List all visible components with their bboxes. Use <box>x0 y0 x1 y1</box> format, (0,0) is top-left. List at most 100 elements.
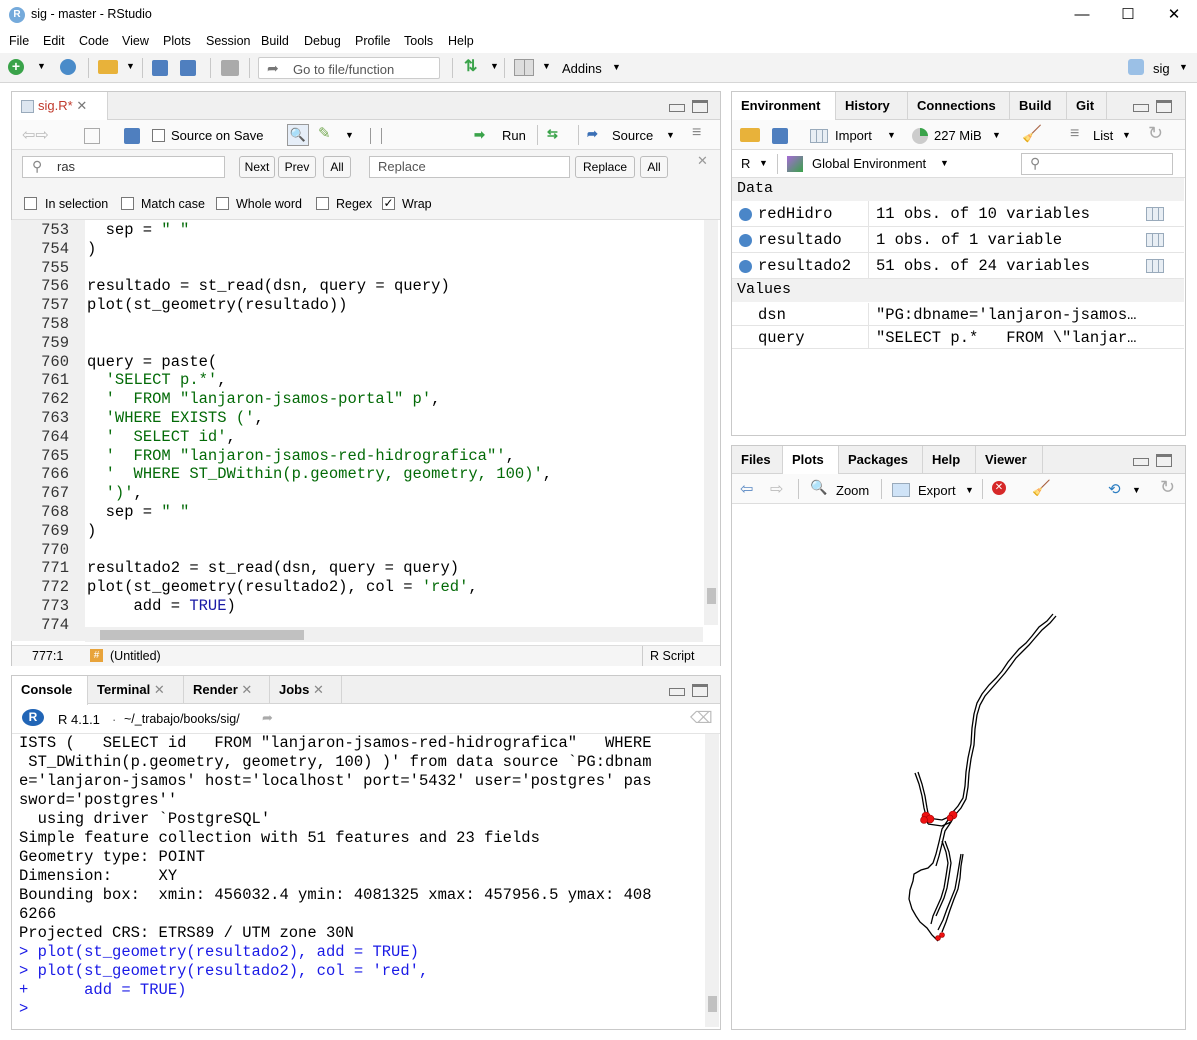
tab-git[interactable]: Git <box>1067 92 1107 120</box>
source-icon[interactable]: ➦ <box>587 126 598 142</box>
view-data-icon[interactable] <box>1146 207 1164 221</box>
plots-maximize-icon[interactable] <box>1156 454 1172 467</box>
clear-plots-icon[interactable]: 🧹 <box>1032 479 1051 497</box>
menu-profile[interactable]: Profile <box>355 34 390 48</box>
editor-horizontal-scrollbar[interactable] <box>85 627 703 642</box>
console-output[interactable]: ISTS ( SELECT id FROM "lanjaron-jsamos-r… <box>12 734 702 1024</box>
view-data-icon[interactable] <box>1146 259 1164 273</box>
memory-dropdown-icon[interactable]: ▼ <box>992 130 1001 140</box>
menu-plots[interactable]: Plots <box>163 34 191 48</box>
expand-object-icon[interactable] <box>739 260 752 273</box>
compile-report-icon[interactable] <box>370 128 382 144</box>
console-maximize-icon[interactable] <box>692 684 708 697</box>
publish-icon[interactable]: ⟲ <box>1108 480 1121 498</box>
environment-data-row[interactable]: redHidro 11 obs. of 10 variables <box>732 201 1184 227</box>
tab-terminal[interactable]: Terminal ✕ <box>88 676 184 704</box>
project-menu[interactable]: sig <box>1153 61 1170 76</box>
console-prompt[interactable]: > <box>19 1000 38 1019</box>
code-tools-dropdown-icon[interactable]: ▼ <box>345 130 354 140</box>
view-dropdown-icon[interactable]: ▼ <box>1122 130 1131 140</box>
maximize-pane-icon[interactable] <box>692 100 708 113</box>
tab-help[interactable]: Help <box>923 446 976 474</box>
previous-plot-icon[interactable]: ⇦ <box>740 479 753 499</box>
scope-label[interactable]: (Untitled) <box>110 649 161 663</box>
memory-usage[interactable]: 227 MiB <box>934 128 982 143</box>
export-menu[interactable]: Export <box>918 483 956 498</box>
environment-value-row[interactable]: dsn "PG:dbname='lanjaron-jsamos… <box>732 303 1184 326</box>
clear-workspace-icon[interactable]: 🧹 <box>1022 124 1042 144</box>
tab-plots[interactable]: Plots <box>783 446 839 475</box>
language-dropdown-icon[interactable]: ▼ <box>759 158 768 168</box>
layout-dropdown-icon[interactable]: ▼ <box>542 61 551 71</box>
menu-build[interactable]: Build <box>261 34 289 48</box>
close-render-icon[interactable]: ✕ <box>241 682 252 697</box>
menu-file[interactable]: File <box>9 34 29 48</box>
minimize-button[interactable]: — <box>1059 0 1105 30</box>
menu-debug[interactable]: Debug <box>304 34 341 48</box>
tab-console[interactable]: Console <box>12 676 88 705</box>
console-scrollbar[interactable] <box>705 734 719 1027</box>
pane-layout-icon[interactable] <box>514 59 534 76</box>
minimize-pane-icon[interactable] <box>669 104 685 112</box>
scope-dropdown-icon[interactable]: ▼ <box>940 158 949 168</box>
code-area[interactable]: 753 sep = " " 754) 755 756 resultado = st_re… <box>11 221 704 641</box>
clear-console-icon[interactable]: ⌫ <box>690 708 713 728</box>
wrap-checkbox[interactable]: ✓ <box>382 197 395 210</box>
find-next-button[interactable]: Next <box>239 156 275 178</box>
menu-session[interactable]: Session <box>206 34 250 48</box>
next-plot-icon[interactable]: ⇨ <box>770 479 783 499</box>
tab-jobs[interactable]: Jobs ✕ <box>270 676 342 704</box>
print-icon[interactable] <box>221 60 239 76</box>
language-select[interactable]: R <box>741 156 750 171</box>
addins-menu[interactable]: Addins <box>562 61 602 76</box>
close-tab-icon[interactable]: ✕ <box>76 98 87 113</box>
menu-tools[interactable]: Tools <box>404 34 433 48</box>
tab-connections[interactable]: Connections <box>908 92 1010 120</box>
rerun-icon[interactable]: ⇆ <box>547 126 558 142</box>
env-maximize-icon[interactable] <box>1156 100 1172 113</box>
code-tools-icon[interactable]: ✎ <box>318 124 331 142</box>
remove-plot-icon[interactable]: ✕ <box>992 481 1006 495</box>
filetype-label[interactable]: R Script <box>650 649 694 663</box>
replace-input[interactable]: Replace <box>369 156 570 178</box>
regex-checkbox[interactable] <box>316 197 329 210</box>
close-terminal-icon[interactable]: ✕ <box>154 682 165 697</box>
publish-dropdown-icon[interactable]: ▼ <box>1132 485 1141 495</box>
version-control-icon[interactable]: ⇅ <box>464 59 480 75</box>
run-button[interactable]: Run <box>502 128 526 143</box>
save-icon[interactable] <box>152 60 168 76</box>
plots-minimize-icon[interactable] <box>1133 458 1149 466</box>
new-file-dropdown-icon[interactable]: ▼ <box>37 61 46 71</box>
environment-scope-select[interactable]: Global Environment <box>812 156 926 171</box>
find-input[interactable]: ras <box>22 156 225 178</box>
view-data-icon[interactable] <box>1146 233 1164 247</box>
find-replace-icon[interactable]: 🔍 <box>287 124 309 146</box>
maximize-button[interactable]: ☐ <box>1105 0 1151 30</box>
menu-edit[interactable]: Edit <box>43 34 65 48</box>
environment-data-row[interactable]: resultado2 51 obs. of 24 variables <box>732 253 1184 279</box>
tab-environment[interactable]: Environment <box>732 92 836 121</box>
export-dropdown-icon[interactable]: ▼ <box>965 485 974 495</box>
tab-sig-r[interactable]: sig.R* ✕ <box>12 92 108 121</box>
run-icon[interactable]: ➡ <box>474 127 485 143</box>
close-button[interactable]: ✕ <box>1151 0 1197 30</box>
menu-code[interactable]: Code <box>79 34 109 48</box>
console-minimize-icon[interactable] <box>669 688 685 696</box>
close-jobs-icon[interactable]: ✕ <box>313 682 324 697</box>
tab-render[interactable]: Render ✕ <box>184 676 270 704</box>
source-dropdown-icon[interactable]: ▼ <box>666 130 675 140</box>
replace-button[interactable]: Replace <box>575 156 635 178</box>
in-selection-checkbox[interactable] <box>24 197 37 210</box>
environment-value-row[interactable]: query "SELECT p.* FROM \"lanjar… <box>732 326 1184 349</box>
tab-viewer[interactable]: Viewer <box>976 446 1043 474</box>
view-mode-select[interactable]: List <box>1093 128 1113 143</box>
find-all-button[interactable]: All <box>323 156 351 178</box>
tab-files[interactable]: Files <box>732 446 783 474</box>
save-all-icon[interactable] <box>180 60 196 76</box>
zoom-button[interactable]: Zoom <box>836 483 869 498</box>
menu-view[interactable]: View <box>122 34 149 48</box>
expand-object-icon[interactable] <box>739 208 752 221</box>
open-file-icon[interactable] <box>98 60 118 74</box>
load-workspace-icon[interactable] <box>740 128 760 142</box>
new-project-icon[interactable] <box>60 59 76 75</box>
